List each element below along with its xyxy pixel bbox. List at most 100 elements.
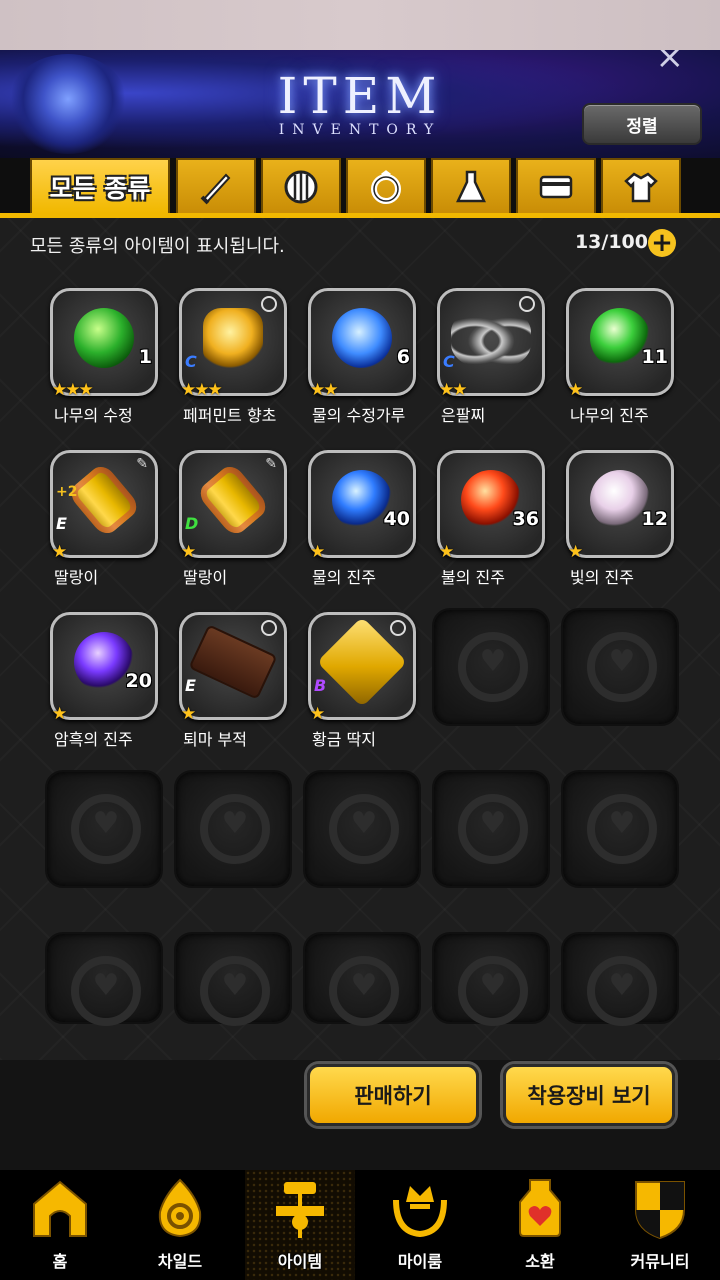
item-slot[interactable]: C ★★ 은팔찌 (437, 288, 545, 425)
item-slot[interactable]: C ★★★ 페퍼민트 향초 (179, 288, 287, 425)
nav-community[interactable]: 커뮤니티 (605, 1170, 715, 1280)
item-grade: E (185, 676, 196, 695)
item-slot[interactable]: 40 ★ 물의 진주 (308, 450, 416, 587)
item-grade: E (56, 514, 67, 533)
empty-slot-emblem-icon (200, 794, 270, 864)
item-slot[interactable]: E ★ 퇴마 부적 (179, 612, 287, 749)
community-icon (635, 1181, 685, 1240)
nav-home[interactable]: 홈 (5, 1170, 115, 1280)
rose-decoration (8, 54, 128, 154)
sort-button[interactable]: 정렬 (582, 103, 702, 145)
nav-summon-label: 소환 (525, 1252, 555, 1271)
empty-slot-emblem-icon (200, 956, 270, 1026)
item-slot[interactable]: 36 ★ 불의 진주 (437, 450, 545, 587)
item-slot[interactable]: 12 ★ 빛의 진주 (566, 450, 674, 587)
enhance-ring-icon (519, 296, 535, 312)
myroom-icon (393, 1186, 447, 1238)
item-quantity: 12 (641, 508, 668, 530)
tab-costume[interactable] (601, 158, 681, 213)
title-block: ITEM INVENTORY (230, 68, 490, 138)
empty-slot[interactable] (432, 608, 550, 726)
empty-slot[interactable] (432, 932, 550, 1026)
empty-slot[interactable] (561, 770, 679, 888)
empty-slot-emblem-icon (329, 794, 399, 864)
item-quantity: 6 (396, 346, 410, 368)
empty-slot[interactable] (303, 932, 421, 1026)
item-name: 은팔찌 (441, 406, 486, 425)
item-quantity: 11 (641, 346, 668, 368)
quill-icon: ✎ (136, 456, 148, 472)
item-quantity: 36 (512, 508, 539, 530)
item-slot[interactable]: ✎ D ★ 딸랑이 (179, 450, 287, 587)
close-icon[interactable]: × (656, 50, 685, 74)
item-stars: ★★★ (52, 380, 94, 400)
item-slot[interactable]: 20 ★ 암흑의 진주 (50, 612, 158, 749)
item-stars: ★ (52, 704, 67, 724)
item-count: 13/100 (574, 231, 648, 253)
item-stars: ★★ (439, 380, 468, 400)
empty-slot-emblem-icon (587, 632, 657, 702)
nav-child[interactable]: 차일드 (125, 1170, 235, 1280)
tab-potion[interactable] (431, 158, 511, 213)
item-quantity: 20 (125, 670, 152, 692)
category-tabs: 모든 종류 (0, 158, 720, 218)
item-slot[interactable]: 6 ★★ 물의 수정가루 (308, 288, 416, 425)
item-slot[interactable]: 1 ★★★ 나무의 수정 (50, 288, 158, 425)
item-stars: ★ (310, 542, 325, 562)
item-stars: ★★★ (181, 380, 223, 400)
tab-all[interactable]: 모든 종류 (30, 158, 170, 213)
empty-slot-emblem-icon (587, 794, 657, 864)
potion-icon (456, 170, 486, 202)
item-grade: B (314, 676, 327, 695)
empty-slot[interactable] (432, 770, 550, 888)
empty-slot[interactable] (174, 932, 292, 1026)
inventory-panel: 모든 종류의 아이템이 표시됩니다. 13/100 + 1 ★★★ 나무의 수정… (0, 218, 720, 1060)
item-stars: ★ (568, 380, 583, 400)
home-icon (33, 1180, 87, 1237)
nav-summon[interactable]: 소환 (485, 1170, 595, 1280)
add-slot-icon[interactable]: + (648, 229, 676, 257)
item-slot[interactable]: ✎ +2 E ★ 딸랑이 (50, 450, 158, 587)
item-icon (276, 1182, 324, 1238)
empty-slot-emblem-icon (458, 632, 528, 702)
sell-button[interactable]: 판매하기 (307, 1064, 479, 1126)
nav-community-label: 커뮤니티 (630, 1252, 690, 1271)
weapon-icon (200, 173, 231, 204)
nav-myroom-label: 마이룸 (397, 1252, 443, 1271)
empty-slot[interactable] (561, 932, 679, 1026)
nav-child-label: 차일드 (157, 1252, 203, 1271)
item-slot[interactable]: 11 ★ 나무의 진주 (566, 288, 674, 425)
item-name: 나무의 진주 (570, 406, 649, 425)
empty-slot[interactable] (303, 770, 421, 888)
item-slot[interactable]: B ★ 황금 딱지 (308, 612, 416, 749)
empty-slot[interactable] (45, 932, 163, 1026)
nav-item[interactable]: 아이템 (245, 1170, 355, 1280)
empty-slot-emblem-icon (71, 956, 141, 1026)
tab-all-label: 모든 종류 (49, 173, 151, 203)
item-quantity: 40 (383, 508, 410, 530)
tab-weapon[interactable] (176, 158, 256, 213)
empty-slot-emblem-icon (329, 956, 399, 1026)
peppermint-candle-icon (203, 308, 263, 368)
empty-slot-emblem-icon (587, 956, 657, 1026)
item-grade: C (443, 352, 455, 371)
view-equipped-button[interactable]: 착용장비 보기 (503, 1064, 675, 1126)
empty-slot-emblem-icon (458, 956, 528, 1026)
nav-myroom[interactable]: 마이룸 (365, 1170, 475, 1280)
empty-slot[interactable] (561, 608, 679, 726)
item-stars: ★ (52, 542, 67, 562)
tab-armor[interactable] (261, 158, 341, 213)
costume-icon (624, 171, 658, 202)
child-icon (158, 1178, 202, 1238)
page-subtitle: INVENTORY (278, 122, 442, 138)
empty-slot[interactable] (45, 770, 163, 888)
empty-slot[interactable] (174, 770, 292, 888)
tab-ring[interactable] (346, 158, 426, 213)
tab-card[interactable] (516, 158, 596, 213)
handcuff-bracelet-icon (451, 308, 531, 368)
item-name: 나무의 수정 (54, 406, 133, 425)
item-name: 물의 수정가루 (312, 406, 406, 425)
armor-icon (284, 170, 318, 203)
item-stars: ★★ (310, 380, 339, 400)
item-name: 퇴마 부적 (183, 730, 247, 749)
